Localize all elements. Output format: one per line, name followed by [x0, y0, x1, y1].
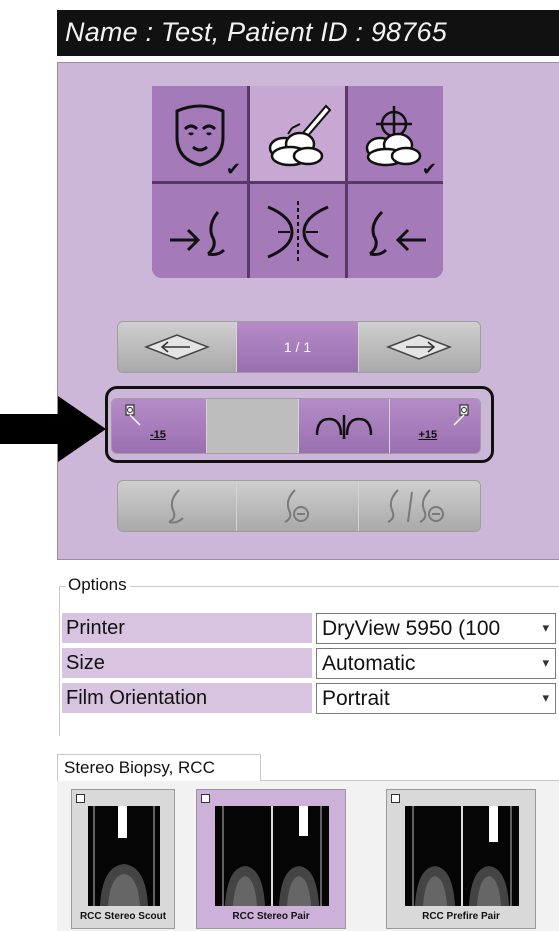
- option-row-film-orientation: Film Orientation Portrait ▾: [62, 683, 559, 715]
- arrow-left-icon: [144, 334, 211, 360]
- tile-face[interactable]: ✔: [152, 86, 247, 181]
- size-select[interactable]: Automatic ▾: [316, 648, 556, 679]
- check-icon: ✔: [421, 159, 437, 180]
- option-row-size: Size Automatic ▾: [62, 648, 559, 680]
- printer-select[interactable]: DryView 5950 (100 ▾: [316, 613, 556, 644]
- thumbnail-rcc-stereo-scout[interactable]: RCC Stereo Scout: [71, 789, 175, 929]
- prev-page-button[interactable]: [118, 322, 238, 372]
- thumbnail-caption: RCC Stereo Pair: [232, 911, 310, 922]
- option-label: Printer: [62, 613, 312, 643]
- option-row-printer: Printer DryView 5950 (100 ▾: [62, 613, 559, 645]
- xray-prefire-image: [412, 806, 512, 906]
- breast-implant-button[interactable]: [237, 481, 359, 531]
- breast-compare-button[interactable]: [358, 481, 480, 531]
- mirror-split-icon: [266, 200, 329, 263]
- option-label: Size: [62, 648, 312, 678]
- check-icon: ✔: [225, 159, 241, 180]
- xray-image: [405, 806, 519, 906]
- option-label: Film Orientation: [62, 683, 312, 713]
- thumbnail-checkbox[interactable]: [201, 794, 210, 803]
- tile-cloud-pencil[interactable]: [250, 86, 345, 181]
- view-tile-grid: ✔ ✔: [152, 86, 443, 278]
- patient-header: Name : Test, Patient ID : 98765: [57, 10, 559, 56]
- tile-mirror[interactable]: [250, 184, 345, 278]
- options-legend: Options: [65, 575, 130, 595]
- tile-arrow-right-breast[interactable]: [152, 184, 247, 278]
- xray-pair-image: [222, 806, 322, 906]
- breast-outline-icon: [168, 489, 184, 524]
- tab-stereo-biopsy-rcc[interactable]: Stereo Biopsy, RCC: [57, 754, 261, 782]
- breast-arrow-left-icon: [368, 210, 426, 256]
- cloud-pencil-icon: [268, 104, 331, 166]
- control-panel: ✔ ✔ 1 / 1 -15 +15: [57, 62, 559, 560]
- arrow-to-breast-right-icon: [169, 210, 225, 256]
- cloud-crosshair-icon: [365, 105, 421, 166]
- size-select-value: Automatic: [322, 652, 416, 675]
- film-orientation-select-value: Portrait: [322, 687, 390, 710]
- next-page-button[interactable]: [358, 322, 480, 372]
- breast-implant-icon: [284, 489, 309, 523]
- paging-bar: 1 / 1: [117, 321, 481, 373]
- page-indicator: 1 / 1: [237, 322, 359, 372]
- patient-header-text: Name : Test, Patient ID : 98765: [65, 17, 447, 47]
- tile-breast-arrow-left[interactable]: [348, 184, 443, 278]
- thumbnail-rcc-prefire-pair[interactable]: RCC Prefire Pair: [386, 789, 536, 929]
- thumbnail-rcc-stereo-pair[interactable]: RCC Stereo Pair: [196, 789, 346, 929]
- thumbnail-panel: RCC Stereo Scout RCC Stereo Pair RCC Pre…: [57, 781, 559, 931]
- breast-compare-icon: [387, 489, 445, 523]
- chevron-down-icon: ▾: [542, 691, 549, 706]
- thumbnail-checkbox[interactable]: [391, 794, 400, 803]
- pointer-arrow-icon: [0, 396, 106, 462]
- xray-scout-image: [93, 806, 155, 906]
- breast-view-bar: [117, 480, 481, 532]
- printer-select-value: DryView 5950 (100: [322, 617, 501, 640]
- thumbnail-checkbox[interactable]: [76, 794, 85, 803]
- film-orientation-select[interactable]: Portrait ▾: [316, 683, 556, 714]
- breast-outline-button[interactable]: [118, 481, 238, 531]
- thumbnail-caption: RCC Stereo Scout: [79, 911, 167, 922]
- highlight-outline: [105, 386, 494, 463]
- thumbnail-caption: RCC Prefire Pair: [422, 911, 500, 922]
- arrow-right-icon: [386, 334, 453, 360]
- tile-cloud-target[interactable]: ✔: [348, 86, 443, 181]
- xray-image: [215, 806, 329, 906]
- xray-image: [88, 806, 160, 906]
- chevron-down-icon: ▾: [542, 656, 549, 671]
- chevron-down-icon: ▾: [542, 621, 549, 636]
- face-icon: [175, 104, 224, 167]
